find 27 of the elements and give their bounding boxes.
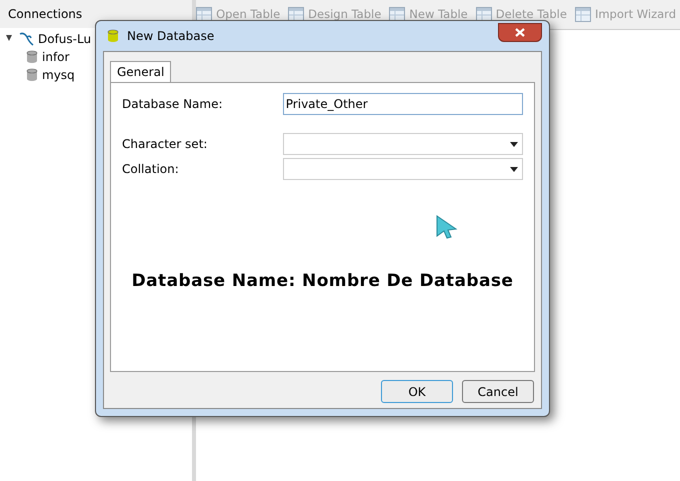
dropdown-field[interactable] xyxy=(282,158,523,180)
tree-item[interactable]: mysq xyxy=(42,66,75,84)
dialog-button[interactable]: OK xyxy=(381,380,453,403)
close-icon xyxy=(515,28,525,36)
table-icon xyxy=(389,7,406,22)
tree-item[interactable]: Dofus-Lu xyxy=(38,30,92,48)
dialog-button[interactable]: Cancel xyxy=(462,380,534,403)
cursor-icon xyxy=(436,215,458,239)
dropdown-caret-icon xyxy=(510,142,518,146)
annotation-text: Database Name: Nombre De Database xyxy=(132,270,514,294)
dialog-title: New Database xyxy=(127,28,214,45)
database-icon xyxy=(26,50,38,64)
database-icon xyxy=(107,29,119,43)
input-field[interactable]: Private_Other xyxy=(282,93,523,115)
database-icon xyxy=(26,68,38,82)
close-button[interactable] xyxy=(498,22,542,42)
field-label: Database Name: xyxy=(122,96,224,113)
tree-item[interactable]: infor xyxy=(42,48,70,66)
table-icon xyxy=(574,7,591,22)
dolphin-icon xyxy=(18,31,34,47)
dropdown-field[interactable] xyxy=(282,133,523,155)
table-icon xyxy=(476,7,492,22)
dropdown-caret-icon xyxy=(510,166,518,172)
field-label: Collation: xyxy=(122,161,180,178)
field-label: Character set: xyxy=(122,136,208,153)
tab[interactable]: General xyxy=(110,61,172,82)
table-icon xyxy=(288,7,304,22)
